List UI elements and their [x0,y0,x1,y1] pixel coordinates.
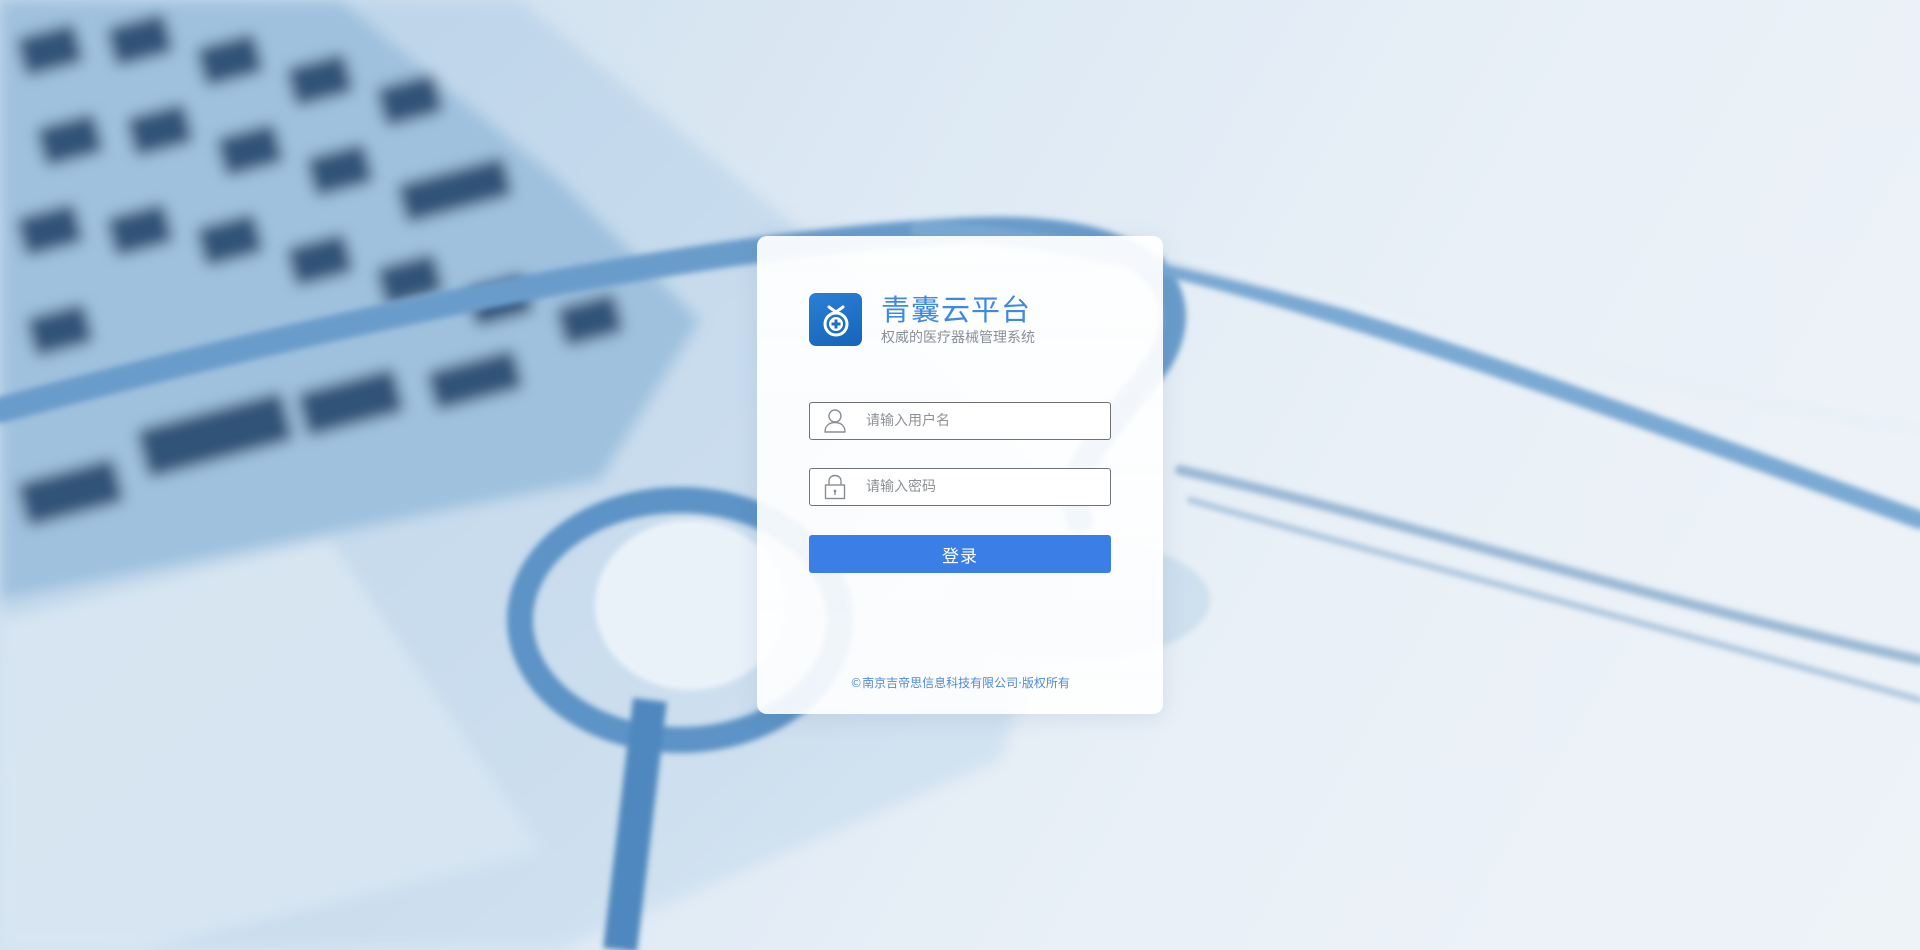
password-input[interactable] [864,471,1098,503]
app-subtitle: 权威的医疗器械管理系统 [881,330,1035,346]
medical-bag-logo-icon [809,293,862,346]
user-icon [821,407,849,435]
password-field[interactable] [809,468,1111,506]
username-field[interactable] [809,402,1111,440]
brand-header: 青囊云平台 权威的医疗器械管理系统 [809,293,1035,347]
login-card: 青囊云平台 权威的医疗器械管理系统 登录 ©南京吉帝思信息科技有限公司·版权所有 [757,236,1163,714]
login-button[interactable]: 登录 [809,535,1111,573]
app-title: 青囊云平台 [881,293,1032,327]
brand-text: 青囊云平台 权威的医疗器械管理系统 [881,292,1035,347]
username-input[interactable] [864,405,1098,437]
copyright-text: ©南京吉帝思信息科技有限公司·版权所有 [850,676,1070,690]
lock-icon [821,473,849,501]
